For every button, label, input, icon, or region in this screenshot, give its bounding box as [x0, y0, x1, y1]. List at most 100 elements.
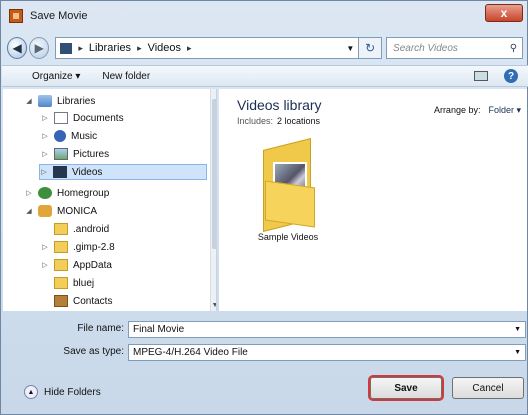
expand-arrow-icon[interactable]: ▷ — [41, 243, 49, 251]
nav-item-gimp[interactable]: ▷ .gimp-2.8 — [41, 239, 115, 255]
chevron-up-icon: ▲ — [24, 385, 38, 399]
nav-item-label: Homegroup — [57, 187, 110, 199]
window-title: Save Movie — [30, 10, 88, 22]
nav-item-libraries[interactable]: ◢ Libraries — [25, 93, 95, 109]
cancel-button[interactable]: Cancel — [452, 377, 524, 399]
videos-icon — [53, 166, 67, 178]
nav-item-label: AppData — [73, 259, 112, 271]
nav-item-bluej[interactable]: bluej — [41, 275, 94, 291]
nav-item-label: bluej — [73, 277, 95, 289]
save-type-dropdown-icon[interactable]: ▼ — [514, 349, 521, 356]
breadcrumb-separator-icon[interactable]: ▸ — [187, 43, 192, 54]
arrange-by: Arrange by: Folder ▾ — [434, 105, 521, 116]
forward-arrow-icon: ▶ — [34, 41, 44, 55]
new-folder-button[interactable]: New folder — [102, 71, 150, 82]
nav-item-label: Libraries — [57, 95, 96, 107]
address-dropdown-icon[interactable]: ▼ — [346, 44, 358, 53]
user-folder-icon — [38, 205, 52, 217]
file-name-value: Final Movie — [133, 324, 185, 335]
includes-locations-link[interactable]: 2 locations — [277, 116, 320, 126]
save-type-value: MPEG-4/H.264 Video File — [133, 347, 248, 358]
nav-item-label: .gimp-2.8 — [73, 241, 115, 253]
title-bar: Save Movie x — [1, 1, 527, 31]
hide-folders-label: Hide Folders — [44, 386, 101, 398]
nav-scrollbar-thumb[interactable] — [212, 99, 216, 249]
file-name-field[interactable]: Final Movie ▼ — [128, 321, 526, 338]
nav-item-documents[interactable]: ▷ Documents — [41, 110, 124, 126]
video-folder-icon — [255, 138, 321, 232]
nav-item-label: Pictures — [73, 148, 110, 160]
folder-icon — [54, 241, 68, 253]
refresh-button[interactable]: ↻ — [358, 37, 383, 59]
nav-item-android[interactable]: .android — [41, 221, 109, 237]
movie-maker-icon — [9, 9, 23, 23]
hide-folders-button[interactable]: ▲ Hide Folders — [24, 385, 101, 399]
folder-tile-sample-videos[interactable]: Sample Videos — [243, 138, 333, 242]
breadcrumb-libraries[interactable]: Libraries — [89, 42, 131, 54]
nav-item-label: .android — [73, 223, 110, 235]
search-placeholder: Search Videos — [393, 42, 458, 54]
nav-item-homegroup[interactable]: ▷ Homegroup — [25, 185, 109, 201]
file-name-label: File name: — [77, 323, 124, 334]
help-icon[interactable]: ? — [504, 69, 518, 83]
address-row: ◀ ▶ ▸ Libraries ▸ Videos ▸ ▼ ↻ Search Vi… — [7, 35, 524, 61]
contacts-icon — [54, 295, 68, 307]
homegroup-icon — [38, 187, 52, 199]
nav-item-contacts[interactable]: Contacts — [41, 293, 112, 309]
nav-scrollbar[interactable]: ▼ — [210, 89, 216, 311]
save-type-select[interactable]: MPEG-4/H.264 Video File ▼ — [128, 344, 526, 361]
back-arrow-icon: ◀ — [12, 41, 22, 55]
save-fields: File name: Final Movie ▼ Save as type: M… — [2, 313, 528, 373]
file-name-dropdown-icon[interactable]: ▼ — [514, 326, 521, 333]
collapse-arrow-icon[interactable]: ◢ — [25, 207, 33, 215]
nav-item-pictures[interactable]: ▷ Pictures — [41, 146, 109, 162]
organize-button[interactable]: Organize ▾ — [32, 71, 80, 82]
breadcrumb-separator-icon[interactable]: ▸ — [78, 43, 83, 54]
documents-icon — [54, 112, 68, 124]
save-movie-dialog: Save Movie x ◀ ▶ ▸ Libraries ▸ Videos ▸ … — [0, 0, 528, 415]
library-includes: Includes: 2 locations — [237, 116, 320, 126]
nav-item-label: Music — [71, 130, 98, 142]
back-button[interactable]: ◀ — [7, 37, 28, 59]
folder-icon — [54, 277, 68, 289]
scroll-down-arrow-icon[interactable]: ▼ — [211, 302, 216, 309]
address-bar[interactable]: ▸ Libraries ▸ Videos ▸ ▼ — [55, 37, 360, 59]
nav-item-label: MONICA — [57, 205, 97, 217]
arrange-by-dropdown[interactable]: Folder ▾ — [488, 105, 521, 115]
navigation-pane: ◢ Libraries ▷ Documents ▷ Music ▷ Pictur… — [3, 89, 217, 311]
nav-item-music[interactable]: ▷ Music — [41, 128, 97, 144]
breadcrumb-separator-icon[interactable]: ▸ — [137, 43, 142, 54]
nav-item-videos[interactable]: ▷ Videos — [39, 164, 207, 180]
dialog-footer: ▲ Hide Folders Save Cancel — [2, 375, 528, 415]
pictures-icon — [54, 148, 68, 160]
folder-icon — [54, 259, 68, 271]
save-button[interactable]: Save — [368, 375, 444, 401]
toolbar-right: ? — [474, 69, 518, 83]
change-view-icon[interactable] — [474, 71, 488, 81]
search-input[interactable]: Search Videos ⚲ — [386, 37, 524, 59]
nav-item-monica[interactable]: ◢ MONICA — [25, 203, 97, 219]
nav-item-label: Documents — [73, 112, 124, 124]
save-type-label: Save as type: — [63, 346, 124, 357]
forward-button[interactable]: ▶ — [29, 37, 50, 59]
expand-arrow-icon[interactable]: ▷ — [41, 261, 49, 269]
expand-arrow-icon[interactable]: ▷ — [40, 168, 48, 176]
arrange-by-label: Arrange by: — [433, 105, 481, 115]
expand-arrow-icon[interactable]: ▷ — [41, 132, 49, 140]
expand-arrow-icon[interactable]: ▷ — [25, 189, 33, 197]
folder-icon — [54, 223, 68, 235]
breadcrumb-videos[interactable]: Videos — [148, 42, 181, 54]
expand-arrow-icon[interactable]: ▷ — [41, 114, 49, 122]
close-button[interactable]: x — [485, 4, 523, 22]
library-title: Videos library — [237, 97, 322, 113]
refresh-icon: ↻ — [365, 41, 376, 55]
nav-item-label: Contacts — [73, 295, 113, 307]
library-location-icon — [60, 42, 73, 54]
command-bar: Organize ▾ New folder ? — [2, 65, 528, 87]
nav-item-appdata[interactable]: ▷ AppData — [41, 257, 112, 273]
search-icon: ⚲ — [509, 42, 518, 54]
music-icon — [54, 130, 66, 142]
includes-label: Includes: — [237, 116, 274, 126]
collapse-arrow-icon[interactable]: ◢ — [25, 97, 33, 105]
expand-arrow-icon[interactable]: ▷ — [41, 150, 49, 158]
